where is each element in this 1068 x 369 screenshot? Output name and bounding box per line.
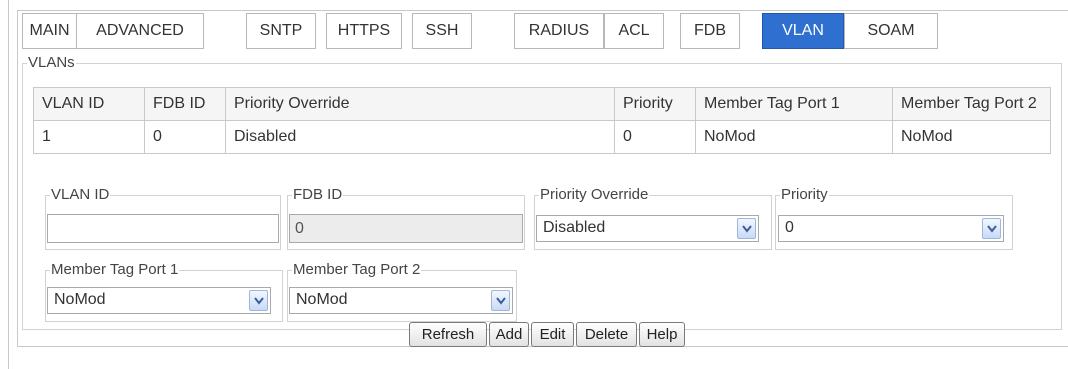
- cell-vlan-id: 1: [33, 120, 145, 154]
- cell-priority: 0: [614, 120, 696, 154]
- chevron-down-icon: [737, 218, 756, 239]
- chevron-down-icon: [249, 290, 268, 311]
- table-header-row: VLAN ID FDB ID Priority Override Priorit…: [33, 87, 1051, 121]
- member-tag-port-1-label: Member Tag Port 1: [51, 261, 179, 278]
- col-priority[interactable]: Priority: [614, 87, 696, 121]
- vlans-legend: VLANs: [28, 54, 75, 71]
- fdb-id-input: [289, 214, 523, 243]
- col-priority-override[interactable]: Priority Override: [225, 87, 615, 121]
- cell-priority-override: Disabled: [225, 120, 615, 154]
- tab-ssh[interactable]: SSH: [412, 13, 472, 49]
- col-vlan-id[interactable]: VLAN ID: [33, 87, 145, 121]
- member-tag-port-2-label: Member Tag Port 2: [293, 261, 421, 278]
- tab-bar: MAIN ADVANCED SNTP HTTPS SSH RADIUS ACL …: [18, 11, 1068, 51]
- settings-panel: MAIN ADVANCED SNTP HTTPS SSH RADIUS ACL …: [17, 10, 1068, 347]
- vlan-table: VLAN ID FDB ID Priority Override Priorit…: [33, 87, 1051, 154]
- tab-vlan[interactable]: VLAN: [762, 13, 844, 49]
- member-tag-port-2-value: NoMod: [296, 291, 348, 308]
- tab-soam[interactable]: SOAM: [844, 13, 938, 49]
- table-row[interactable]: 1 0 Disabled 0 NoMod NoMod: [33, 120, 1051, 154]
- help-button[interactable]: Help: [639, 322, 685, 347]
- tab-sntp[interactable]: SNTP: [246, 13, 316, 49]
- col-member-tag-port-2[interactable]: Member Tag Port 2: [892, 87, 1051, 121]
- member-tag-port-1-select[interactable]: NoMod: [47, 287, 271, 314]
- vlans-group: VLANs VLAN ID FDB ID Priority Override P…: [22, 54, 1062, 347]
- tab-advanced[interactable]: ADVANCED: [76, 13, 204, 49]
- delete-button[interactable]: Delete: [576, 322, 637, 347]
- tab-main[interactable]: MAIN: [22, 13, 77, 49]
- priority-select[interactable]: 0: [778, 215, 1004, 242]
- priority-label: Priority: [781, 186, 828, 203]
- tab-https[interactable]: HTTPS: [326, 13, 402, 49]
- vlan-id-input[interactable]: [47, 214, 279, 243]
- tab-radius[interactable]: RADIUS: [514, 13, 604, 49]
- fdb-id-label: FDB ID: [293, 186, 343, 203]
- priority-value: 0: [785, 219, 794, 236]
- tab-fdb[interactable]: FDB: [680, 13, 740, 49]
- cell-member-tag-port-2: NoMod: [892, 120, 1051, 154]
- col-member-tag-port-1[interactable]: Member Tag Port 1: [695, 87, 893, 121]
- priority-override-select[interactable]: Disabled: [536, 215, 759, 242]
- priority-override-label: Priority Override: [540, 186, 649, 203]
- col-fdb-id[interactable]: FDB ID: [144, 87, 226, 121]
- edit-button[interactable]: Edit: [531, 322, 574, 347]
- cell-member-tag-port-1: NoMod: [695, 120, 893, 154]
- tab-acl[interactable]: ACL: [604, 13, 664, 49]
- add-button[interactable]: Add: [489, 322, 529, 347]
- member-tag-port-1-value: NoMod: [54, 291, 106, 308]
- chevron-down-icon: [491, 290, 510, 311]
- priority-override-value: Disabled: [543, 219, 606, 236]
- cell-fdb-id: 0: [144, 120, 226, 154]
- chevron-down-icon: [982, 218, 1001, 239]
- member-tag-port-2-select[interactable]: NoMod: [289, 287, 513, 314]
- left-divider: [8, 0, 9, 369]
- refresh-button[interactable]: Refresh: [409, 322, 487, 347]
- vlan-id-label: VLAN ID: [51, 186, 110, 203]
